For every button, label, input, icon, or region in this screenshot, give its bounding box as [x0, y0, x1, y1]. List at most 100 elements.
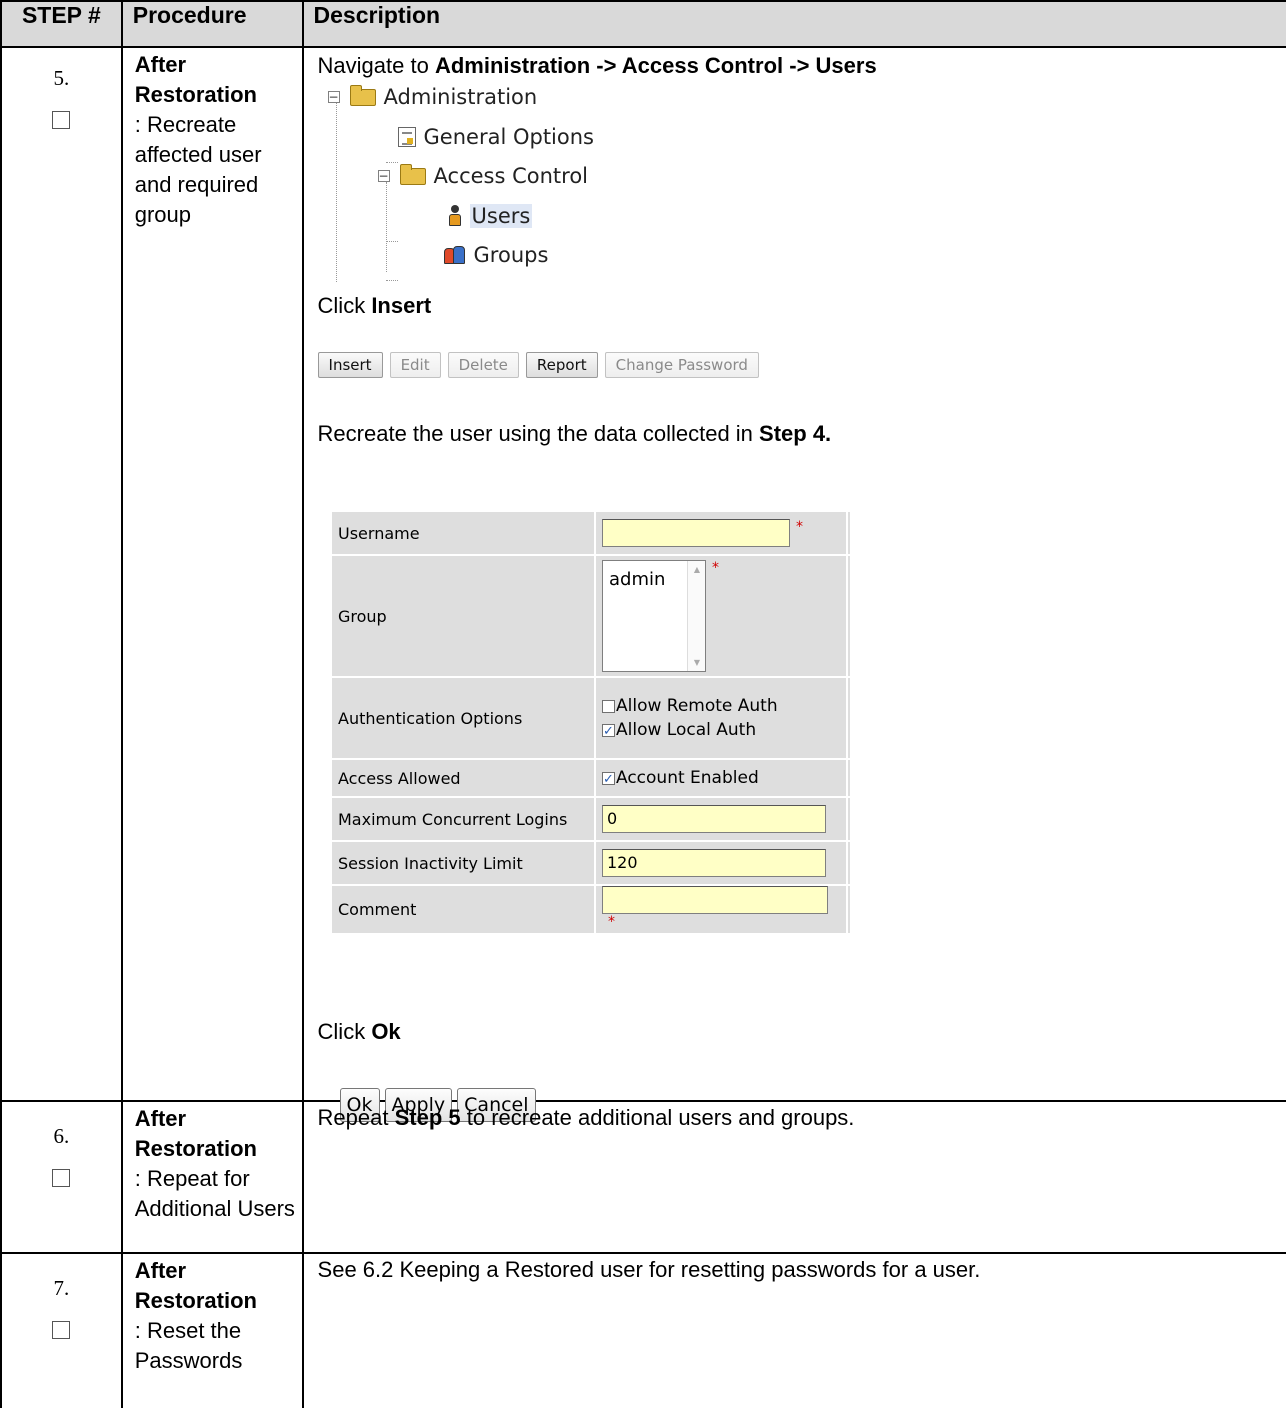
- auth-options-cell: Allow Remote Auth Allow Local Auth: [596, 678, 846, 758]
- collapse-icon[interactable]: −: [327, 91, 340, 103]
- username-label: Username: [332, 512, 594, 554]
- procedure-text: : Repeat for Additional Users: [134, 1166, 295, 1221]
- table-row: 6. After Restoration : Repeat for Additi…: [0, 1100, 1286, 1254]
- form-row-max-logins: Maximum Concurrent Logins 0: [332, 798, 850, 840]
- step-cell: 6.: [0, 1100, 123, 1254]
- instruction-bold: Ok: [371, 1019, 401, 1044]
- instruction-prefix: Recreate the user using the data collect…: [317, 421, 760, 446]
- description-bold: Step 5: [394, 1105, 461, 1130]
- insert-user-form: Username * Group admin ▲ ▼ * Authenticat…: [330, 510, 852, 935]
- auth-options-label: Authentication Options: [332, 678, 594, 758]
- collapse-icon[interactable]: −: [377, 170, 390, 182]
- edit-button[interactable]: Edit: [389, 352, 441, 378]
- group-label: Group: [332, 556, 594, 676]
- insert-button[interactable]: Insert: [317, 352, 383, 378]
- tree-item-administration[interactable]: − Administration: [327, 82, 538, 112]
- folder-open-icon: [349, 84, 376, 106]
- allow-remote-auth-label: Allow Remote Auth: [616, 696, 778, 716]
- step-cell: 5.: [0, 46, 123, 1102]
- account-enabled-checkbox[interactable]: [602, 768, 615, 792]
- listbox-scrollbar[interactable]: [687, 561, 705, 671]
- header-description: Description: [301, 0, 1286, 48]
- tree-item-access-control[interactable]: − Access Control: [377, 161, 589, 191]
- change-password-button[interactable]: Change Password: [604, 352, 759, 378]
- header-procedure: Procedure: [120, 0, 304, 48]
- step-description: See 6.2 Keeping a Restored user for rese…: [318, 1256, 1286, 1284]
- header-step: STEP #: [0, 0, 123, 48]
- form-row-group: Group admin ▲ ▼ *: [332, 556, 850, 676]
- step-number: 6.: [53, 1124, 70, 1148]
- description-cell: See 6.2 Keeping a Restored user for rese…: [301, 1252, 1286, 1408]
- max-logins-input[interactable]: 0: [602, 805, 826, 833]
- instruction-bold: Step 4.: [759, 421, 832, 446]
- comment-input[interactable]: [602, 886, 828, 914]
- comment-label: Comment: [332, 886, 594, 933]
- instruction-bold: Insert: [371, 293, 432, 318]
- delete-button[interactable]: Delete: [447, 352, 519, 378]
- comment-cell: *: [596, 886, 846, 933]
- description-prefix: See: [317, 1257, 363, 1282]
- scroll-down-icon[interactable]: ▼: [694, 658, 700, 667]
- step-cell: 7.: [0, 1252, 123, 1408]
- account-enabled-label: Account Enabled: [616, 768, 759, 788]
- tree-item-groups[interactable]: Groups: [443, 240, 549, 270]
- session-limit-input[interactable]: 120: [602, 849, 826, 877]
- step-checkbox[interactable]: [52, 1321, 71, 1339]
- required-mark: *: [608, 914, 615, 930]
- allow-local-auth-label: Allow Local Auth: [616, 720, 757, 740]
- step-checkbox[interactable]: [52, 1169, 71, 1187]
- instruction-prefix: Click: [317, 1019, 372, 1044]
- step-description: Repeat Step 5 to recreate additional use…: [318, 1104, 1286, 1132]
- description-suffix: for resetting passwords for a user.: [642, 1257, 981, 1282]
- allow-local-auth-checkbox[interactable]: [602, 720, 615, 744]
- tree-label: Access Control: [433, 164, 589, 188]
- navigate-path: Administration -> Access Control -> User…: [434, 53, 877, 78]
- group-listbox[interactable]: admin ▲ ▼: [602, 560, 706, 672]
- navigation-tree: − Administration General Options − Acces…: [318, 80, 1286, 282]
- step-checkbox[interactable]: [52, 111, 71, 129]
- navigate-instruction: Navigate to Administration -> Access Con…: [318, 52, 1286, 80]
- form-row-comment: Comment *: [332, 886, 850, 933]
- options-icon: [397, 127, 416, 147]
- form-row-access: Access Allowed Account Enabled: [332, 760, 850, 796]
- tree-item-general-options[interactable]: General Options: [397, 122, 594, 152]
- tree-label: Groups: [473, 243, 549, 267]
- allow-remote-auth-checkbox[interactable]: [602, 699, 615, 713]
- access-allowed-cell: Account Enabled: [596, 760, 846, 796]
- description-cell: Repeat Step 5 to recreate additional use…: [301, 1100, 1286, 1254]
- group-option-admin[interactable]: admin: [609, 569, 665, 590]
- user-icon: [448, 205, 462, 227]
- folder-open-icon: [399, 163, 426, 185]
- username-input[interactable]: [602, 519, 790, 547]
- procedure-bold: After Restoration: [134, 1258, 257, 1313]
- procedure-text: : Recreate affected user and required gr…: [134, 112, 262, 227]
- procedure-cell: After Restoration : Repeat for Additiona…: [120, 1100, 304, 1254]
- tree-label: Administration: [383, 85, 538, 109]
- required-mark: *: [796, 519, 803, 535]
- group-icon: [443, 245, 466, 265]
- procedure-cell: After Restoration : Recreate affected us…: [120, 46, 304, 1102]
- user-toolbar: Insert Edit Delete Report Change Passwor…: [317, 352, 1286, 378]
- tree-label: Users: [469, 204, 533, 228]
- session-limit-cell: 120: [596, 842, 846, 884]
- report-button[interactable]: Report: [525, 352, 598, 378]
- required-mark: *: [712, 560, 719, 576]
- scroll-up-icon[interactable]: ▲: [694, 565, 700, 574]
- form-row-username: Username *: [332, 512, 850, 554]
- procedure-cell: After Restoration : Reset the Passwords: [120, 1252, 304, 1408]
- tree-label: General Options: [423, 125, 594, 149]
- max-logins-label: Maximum Concurrent Logins: [332, 798, 594, 840]
- click-ok-instruction: Click Ok: [318, 1018, 401, 1046]
- table-header-row: STEP # Procedure Description: [0, 0, 1286, 48]
- form-row-session: Session Inactivity Limit 120: [332, 842, 850, 884]
- step-number: 5.: [53, 66, 70, 90]
- access-allowed-label: Access Allowed: [332, 760, 594, 796]
- navigate-prefix: Navigate to: [317, 53, 435, 78]
- section-reference-link[interactable]: 6.2 Keeping a Restored user: [363, 1257, 643, 1282]
- session-limit-label: Session Inactivity Limit: [332, 842, 594, 884]
- tree-item-users[interactable]: Users: [448, 201, 533, 231]
- table-row: 7. After Restoration : Reset the Passwor…: [0, 1252, 1286, 1408]
- procedure-bold: After Restoration: [134, 1106, 257, 1161]
- procedure-bold: After Restoration: [134, 52, 257, 107]
- max-logins-cell: 0: [596, 798, 846, 840]
